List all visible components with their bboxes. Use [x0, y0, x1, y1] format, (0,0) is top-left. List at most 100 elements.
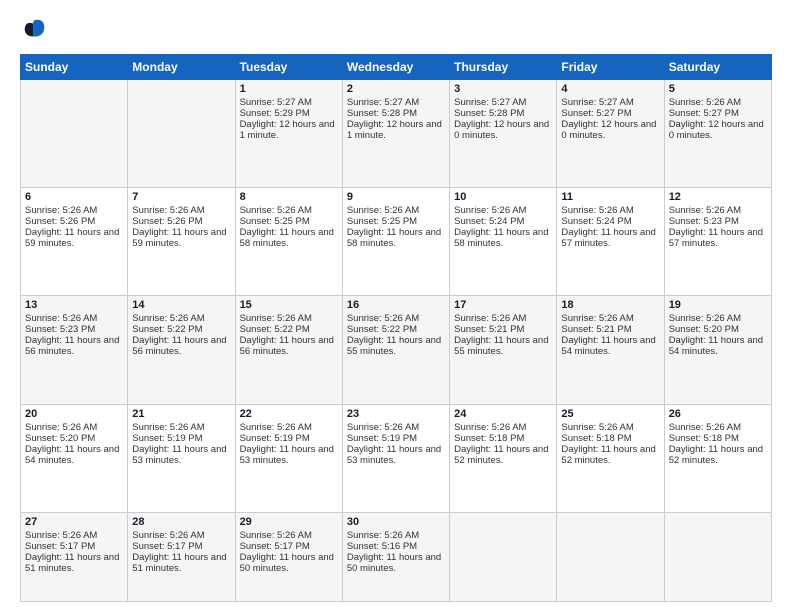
calendar-cell: 14 Sunrise: 5:26 AMSunset: 5:22 PMDayligh…	[128, 296, 235, 404]
day-number: 30	[347, 516, 445, 528]
calendar-cell: 21 Sunrise: 5:26 AMSunset: 5:19 PMDayligh…	[128, 404, 235, 512]
day-number: 21	[132, 408, 230, 420]
day-number: 15	[240, 299, 338, 311]
day-info: Sunrise: 5:26 AMSunset: 5:17 PMDaylight:…	[25, 530, 119, 574]
calendar-cell: 16Sunrise: 5:26 AMSunset: 5:22 PMDayligh…	[342, 296, 449, 404]
day-number: 27	[25, 516, 123, 528]
calendar-cell	[21, 80, 128, 188]
day-info: Sunrise: 5:26 AMSunset: 5:24 PMDaylight:…	[454, 205, 548, 249]
calendar-cell: 3 Sunrise: 5:27 AMSunset: 5:28 PMDaylight…	[450, 80, 557, 188]
day-info: Sunrise: 5:26 AMSunset: 5:27 PMDaylight:…	[669, 97, 764, 141]
day-number: 7	[132, 191, 230, 203]
calendar-week-row: 1 Sunrise: 5:27 AMSunset: 5:29 PMDaylight…	[21, 80, 772, 188]
calendar-cell: 5Sunrise: 5:26 AMSunset: 5:27 PMDaylight…	[664, 80, 771, 188]
day-info: Sunrise: 5:26 AMSunset: 5:25 PMDaylight:…	[240, 205, 334, 249]
calendar-cell: 17 Sunrise: 5:26 AMSunset: 5:21 PMDayligh…	[450, 296, 557, 404]
day-number: 1	[240, 83, 338, 95]
weekday-header: Saturday	[664, 55, 771, 80]
day-info: Sunrise: 5:26 AMSunset: 5:17 PMDaylight:…	[240, 530, 334, 574]
day-number: 13	[25, 299, 123, 311]
day-info: Sunrise: 5:26 AMSunset: 5:17 PMDaylight:…	[132, 530, 226, 574]
header	[20, 16, 772, 44]
calendar-cell: 23 Sunrise: 5:26 AMSunset: 5:19 PMDayligh…	[342, 404, 449, 512]
day-info: Sunrise: 5:27 AMSunset: 5:27 PMDaylight:…	[561, 97, 656, 141]
day-info: Sunrise: 5:26 AMSunset: 5:18 PMDaylight:…	[669, 422, 763, 466]
calendar-body: 1 Sunrise: 5:27 AMSunset: 5:29 PMDaylight…	[21, 80, 772, 602]
page: SundayMondayTuesdayWednesdayThursdayFrid…	[0, 0, 792, 612]
day-info: Sunrise: 5:26 AMSunset: 5:23 PMDaylight:…	[25, 313, 119, 357]
calendar-cell: 6 Sunrise: 5:26 AMSunset: 5:26 PMDaylight…	[21, 188, 128, 296]
calendar-cell	[128, 80, 235, 188]
day-number: 4	[561, 83, 659, 95]
calendar-cell: 28 Sunrise: 5:26 AMSunset: 5:17 PMDayligh…	[128, 512, 235, 601]
day-info: Sunrise: 5:26 AMSunset: 5:25 PMDaylight:…	[347, 205, 441, 249]
day-number: 14	[132, 299, 230, 311]
calendar-cell: 22 Sunrise: 5:26 AMSunset: 5:19 PMDayligh…	[235, 404, 342, 512]
day-info: Sunrise: 5:26 AMSunset: 5:26 PMDaylight:…	[132, 205, 226, 249]
day-number: 8	[240, 191, 338, 203]
calendar-cell	[664, 512, 771, 601]
day-number: 17	[454, 299, 552, 311]
day-number: 19	[669, 299, 767, 311]
day-number: 20	[25, 408, 123, 420]
calendar-week-row: 20 Sunrise: 5:26 AMSunset: 5:20 PMDayligh…	[21, 404, 772, 512]
calendar-cell: 4 Sunrise: 5:27 AMSunset: 5:27 PMDaylight…	[557, 80, 664, 188]
calendar-cell	[450, 512, 557, 601]
day-number: 2	[347, 83, 445, 95]
day-info: Sunrise: 5:26 AMSunset: 5:22 PMDaylight:…	[132, 313, 226, 357]
day-info: Sunrise: 5:26 AMSunset: 5:16 PMDaylight:…	[347, 530, 441, 574]
day-info: Sunrise: 5:26 AMSunset: 5:24 PMDaylight:…	[561, 205, 655, 249]
day-info: Sunrise: 5:26 AMSunset: 5:26 PMDaylight:…	[25, 205, 119, 249]
day-info: Sunrise: 5:26 AMSunset: 5:19 PMDaylight:…	[240, 422, 334, 466]
calendar-cell: 11 Sunrise: 5:26 AMSunset: 5:24 PMDayligh…	[557, 188, 664, 296]
calendar-cell: 2 Sunrise: 5:27 AMSunset: 5:28 PMDaylight…	[342, 80, 449, 188]
day-number: 23	[347, 408, 445, 420]
day-number: 29	[240, 516, 338, 528]
day-info: Sunrise: 5:26 AMSunset: 5:18 PMDaylight:…	[561, 422, 655, 466]
calendar-cell: 10 Sunrise: 5:26 AMSunset: 5:24 PMDayligh…	[450, 188, 557, 296]
calendar-week-row: 13 Sunrise: 5:26 AMSunset: 5:23 PMDayligh…	[21, 296, 772, 404]
day-info: Sunrise: 5:26 AMSunset: 5:20 PMDaylight:…	[669, 313, 763, 357]
day-number: 25	[561, 408, 659, 420]
day-number: 28	[132, 516, 230, 528]
day-info: Sunrise: 5:26 AMSunset: 5:21 PMDaylight:…	[561, 313, 655, 357]
day-info: Sunrise: 5:27 AMSunset: 5:28 PMDaylight:…	[454, 97, 549, 141]
day-number: 22	[240, 408, 338, 420]
day-info: Sunrise: 5:27 AMSunset: 5:28 PMDaylight:…	[347, 97, 442, 141]
calendar-cell: 15 Sunrise: 5:26 AMSunset: 5:22 PMDayligh…	[235, 296, 342, 404]
day-info: Sunrise: 5:26 AMSunset: 5:20 PMDaylight:…	[25, 422, 119, 466]
calendar-cell: 29 Sunrise: 5:26 AMSunset: 5:17 PMDayligh…	[235, 512, 342, 601]
weekday-header: Wednesday	[342, 55, 449, 80]
calendar-cell: 19 Sunrise: 5:26 AMSunset: 5:20 PMDayligh…	[664, 296, 771, 404]
calendar-cell: 9Sunrise: 5:26 AMSunset: 5:25 PMDaylight…	[342, 188, 449, 296]
calendar-cell: 26Sunrise: 5:26 AMSunset: 5:18 PMDayligh…	[664, 404, 771, 512]
calendar-week-row: 27 Sunrise: 5:26 AMSunset: 5:17 PMDayligh…	[21, 512, 772, 601]
day-info: Sunrise: 5:26 AMSunset: 5:22 PMDaylight:…	[347, 313, 441, 357]
logo	[20, 16, 52, 44]
calendar-cell: 24Sunrise: 5:26 AMSunset: 5:18 PMDayligh…	[450, 404, 557, 512]
day-info: Sunrise: 5:26 AMSunset: 5:23 PMDaylight:…	[669, 205, 763, 249]
calendar-cell: 30 Sunrise: 5:26 AMSunset: 5:16 PMDayligh…	[342, 512, 449, 601]
day-info: Sunrise: 5:26 AMSunset: 5:19 PMDaylight:…	[132, 422, 226, 466]
calendar-cell	[557, 512, 664, 601]
day-number: 10	[454, 191, 552, 203]
day-number: 3	[454, 83, 552, 95]
day-info: Sunrise: 5:26 AMSunset: 5:19 PMDaylight:…	[347, 422, 441, 466]
weekday-header: Friday	[557, 55, 664, 80]
calendar-cell: 18 Sunrise: 5:26 AMSunset: 5:21 PMDayligh…	[557, 296, 664, 404]
day-info: Sunrise: 5:27 AMSunset: 5:29 PMDaylight:…	[240, 97, 335, 141]
calendar-cell: 27 Sunrise: 5:26 AMSunset: 5:17 PMDayligh…	[21, 512, 128, 601]
day-info: Sunrise: 5:26 AMSunset: 5:21 PMDaylight:…	[454, 313, 548, 357]
calendar-table: SundayMondayTuesdayWednesdayThursdayFrid…	[20, 54, 772, 602]
calendar-cell: 1 Sunrise: 5:27 AMSunset: 5:29 PMDaylight…	[235, 80, 342, 188]
calendar-cell: 7 Sunrise: 5:26 AMSunset: 5:26 PMDaylight…	[128, 188, 235, 296]
day-number: 18	[561, 299, 659, 311]
day-number: 6	[25, 191, 123, 203]
calendar-cell: 13 Sunrise: 5:26 AMSunset: 5:23 PMDayligh…	[21, 296, 128, 404]
weekday-header: Monday	[128, 55, 235, 80]
weekday-header: Thursday	[450, 55, 557, 80]
calendar-cell: 20 Sunrise: 5:26 AMSunset: 5:20 PMDayligh…	[21, 404, 128, 512]
calendar-cell: 12Sunrise: 5:26 AMSunset: 5:23 PMDayligh…	[664, 188, 771, 296]
day-info: Sunrise: 5:26 AMSunset: 5:22 PMDaylight:…	[240, 313, 334, 357]
day-number: 11	[561, 191, 659, 203]
